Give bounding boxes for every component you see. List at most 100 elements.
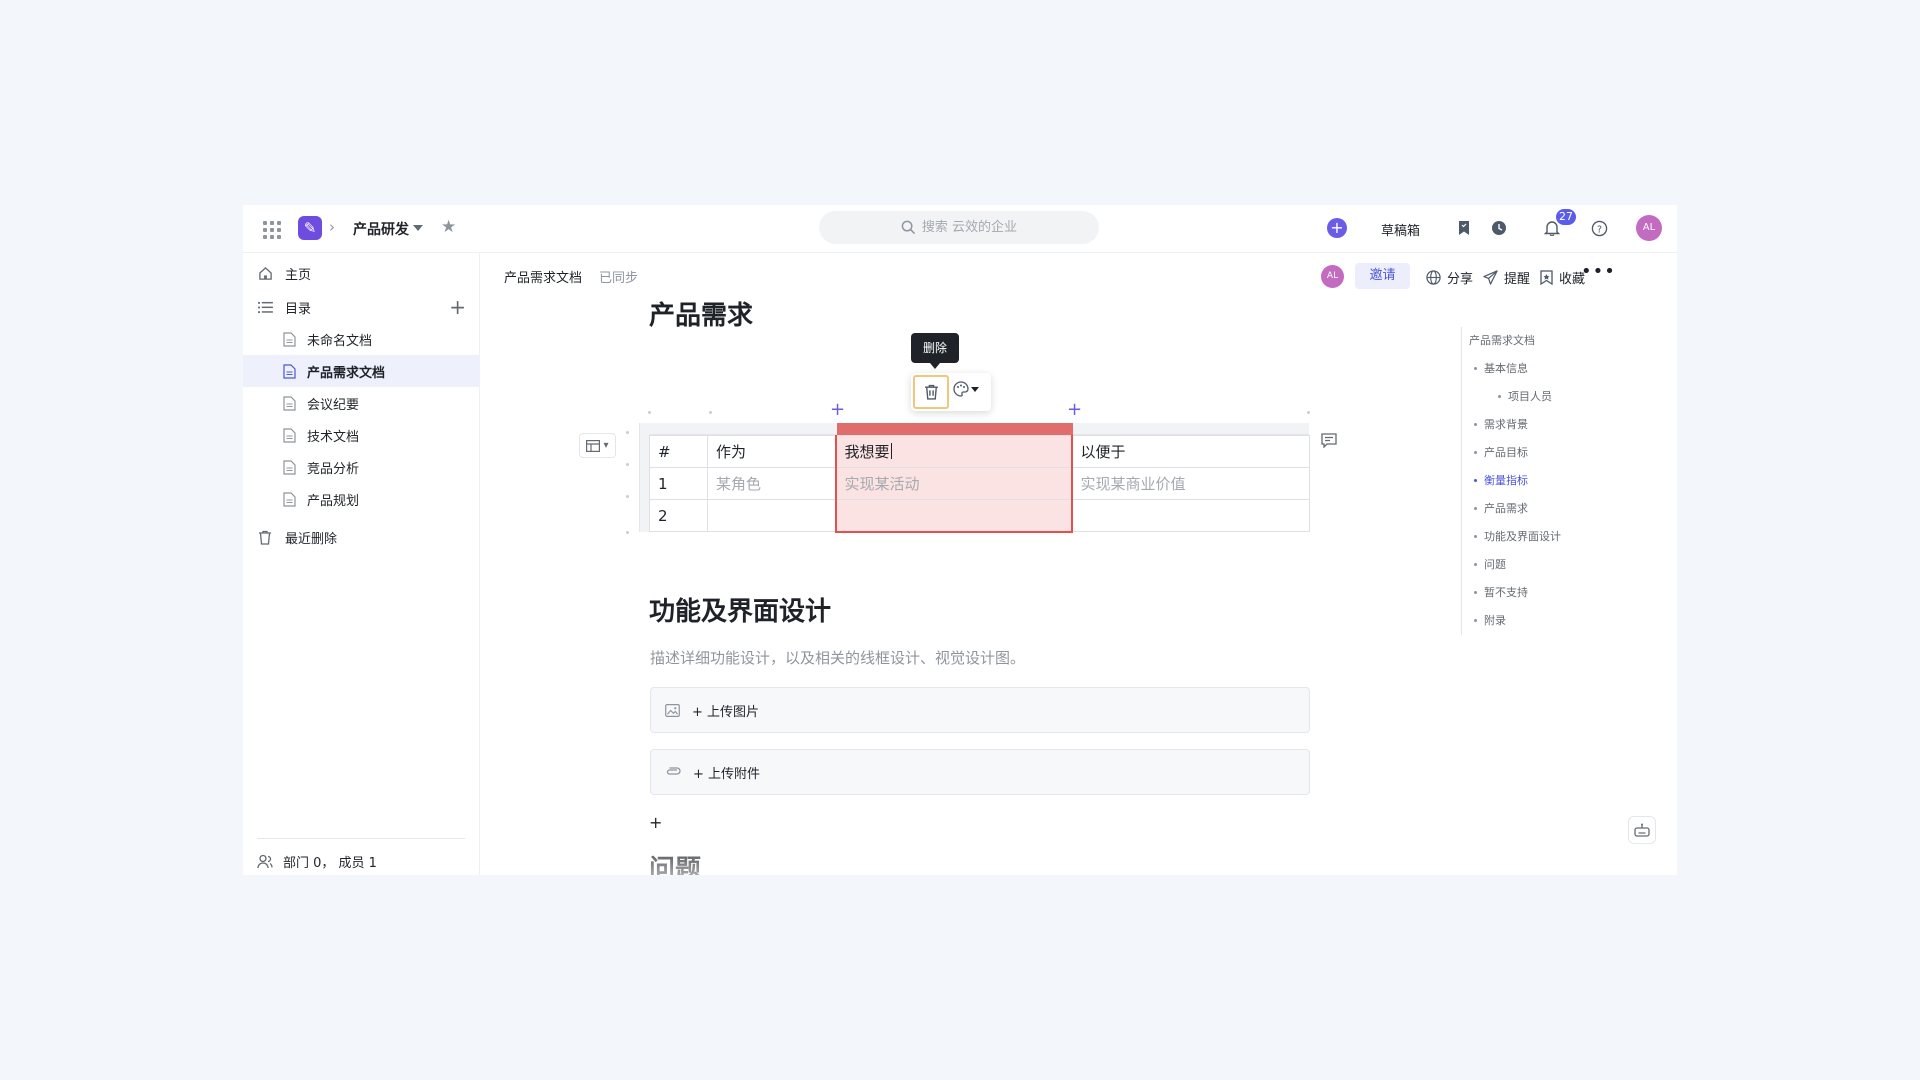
bullet-icon xyxy=(1474,591,1477,594)
outline-item[interactable]: 基本信息 xyxy=(1462,355,1661,383)
document-header: 产品需求文档 已同步 AL 邀请 分享 提醒 收藏 ••• xyxy=(481,253,1677,299)
remind-button[interactable]: 提醒 xyxy=(1483,268,1530,287)
table-header-cell[interactable]: 以便于 xyxy=(1071,435,1310,468)
table-cell[interactable] xyxy=(1071,499,1310,532)
table-cell-selected[interactable]: 实现某活动 xyxy=(834,467,1073,500)
add-circle-icon[interactable]: + xyxy=(1327,218,1347,238)
svg-text:?: ? xyxy=(1596,224,1601,235)
selected-column-bar[interactable] xyxy=(837,423,1073,435)
table-header-cell[interactable]: 作为 xyxy=(707,435,836,468)
members-summary[interactable]: 部门 0， 成员 1 xyxy=(257,852,377,871)
sidebar-doc-label: 产品需求文档 xyxy=(307,365,386,381)
assistant-bot-icon[interactable] xyxy=(1628,816,1656,844)
sidebar-doc-item[interactable]: 技术文档 xyxy=(243,419,480,451)
document-title: 产品需求文档 xyxy=(504,271,583,286)
invite-button[interactable]: 邀请 xyxy=(1355,263,1410,289)
sidebar-item-label: 最近删除 xyxy=(285,531,338,547)
document-icon xyxy=(281,395,297,411)
bullet-icon xyxy=(1474,423,1477,426)
outline-item[interactable]: 产品目标 xyxy=(1462,439,1661,467)
star-icon[interactable]: ★ xyxy=(441,217,456,237)
share-button[interactable]: 分享 xyxy=(1426,268,1473,287)
insert-column-icon[interactable]: + xyxy=(1067,399,1082,420)
delete-tooltip: 删除 xyxy=(911,333,959,369)
outline-item[interactable]: 功能及界面设计 xyxy=(1462,523,1661,551)
outline-item[interactable]: 附录 xyxy=(1462,607,1661,635)
outline-item[interactable]: 项目人员 xyxy=(1462,383,1661,411)
sidebar-item-label: 目录 xyxy=(285,301,312,317)
table-cell[interactable]: 2 xyxy=(649,499,708,532)
trash-icon xyxy=(257,529,273,545)
delete-column-button[interactable] xyxy=(913,375,949,409)
outline-item[interactable]: 需求背景 xyxy=(1462,411,1661,439)
table-cell-selected[interactable] xyxy=(834,499,1073,533)
text-cursor xyxy=(890,443,892,459)
sidebar-doc-item[interactable]: 会议纪要 xyxy=(243,387,480,419)
drafts-link[interactable]: 草稿箱 xyxy=(1381,220,1420,239)
table-cell[interactable]: 1 xyxy=(649,467,708,500)
list-icon xyxy=(257,299,273,315)
sidebar-doc-label: 会议纪要 xyxy=(307,397,360,413)
sidebar-item-home[interactable]: 主页 xyxy=(243,257,480,289)
favorite-button[interactable]: 收藏 xyxy=(1540,268,1585,287)
outline-label: 暂不支持 xyxy=(1484,586,1528,599)
bookmark-icon[interactable] xyxy=(1453,217,1475,239)
bullet-icon xyxy=(1474,535,1477,538)
more-options-icon[interactable]: ••• xyxy=(1581,261,1616,282)
upload-attachment-button[interactable]: + 上传附件 xyxy=(650,749,1310,795)
clock-icon[interactable] xyxy=(1488,217,1510,239)
column-handle-dot[interactable] xyxy=(709,411,712,414)
column-handle-dot[interactable] xyxy=(648,411,651,414)
help-icon[interactable]: ? xyxy=(1588,217,1610,239)
color-palette-button[interactable] xyxy=(953,381,979,397)
table-header-cell[interactable]: # xyxy=(649,435,708,468)
row-handle-dot[interactable] xyxy=(626,495,629,498)
sidebar-doc-item[interactable]: 产品规划 xyxy=(243,483,480,515)
row-selector-gutter[interactable] xyxy=(639,423,649,532)
row-handle-dot[interactable] xyxy=(626,463,629,466)
sidebar-doc-item[interactable]: 未命名文档 xyxy=(243,323,480,355)
app-window: ✎ › 产品研发 ★ 搜索 云效的企业 + 草稿箱 27 ? AL 主页 目录 … xyxy=(243,205,1677,875)
sidebar-item-directory[interactable]: 目录 + xyxy=(243,291,480,323)
row-handle-dot[interactable] xyxy=(626,431,629,434)
outline-item[interactable]: 问题 xyxy=(1462,551,1661,579)
bullet-icon xyxy=(1474,563,1477,566)
top-bar: ✎ › 产品研发 ★ 搜索 云效的企业 + 草稿箱 27 ? AL xyxy=(243,205,1677,253)
upload-image-label: + 上传图片 xyxy=(692,704,760,720)
caret-down-icon: ▾ xyxy=(603,440,609,451)
bullet-icon xyxy=(1474,619,1477,622)
app-logo[interactable]: ✎ xyxy=(298,216,322,240)
table-menu-button[interactable]: ▾ xyxy=(579,433,616,458)
upload-image-button[interactable]: + 上传图片 xyxy=(650,687,1310,733)
add-comment-icon[interactable] xyxy=(1321,433,1337,452)
collaborator-avatar[interactable]: AL xyxy=(1321,265,1344,288)
globe-icon xyxy=(1426,270,1441,285)
search-placeholder: 搜索 云效的企业 xyxy=(921,220,1018,235)
user-avatar[interactable]: AL xyxy=(1636,215,1662,241)
table-cell[interactable]: 某角色 xyxy=(707,467,836,500)
column-handle-dot[interactable] xyxy=(1307,411,1310,414)
outline-label: 附录 xyxy=(1484,614,1506,627)
table-icon xyxy=(586,439,601,452)
caret-down-icon[interactable] xyxy=(413,225,423,231)
sidebar-item-recycle[interactable]: 最近删除 xyxy=(243,521,480,553)
apps-grid-icon[interactable] xyxy=(261,219,281,239)
document-outline: 产品需求文档 基本信息 项目人员 需求背景 产品目标 衡量指标 产品需求 功能及… xyxy=(1461,327,1661,635)
add-doc-icon[interactable]: + xyxy=(449,295,466,319)
sidebar-item-label: 主页 xyxy=(285,267,312,283)
sidebar-doc-item[interactable]: 竞品分析 xyxy=(243,451,480,483)
outline-item[interactable]: 产品需求 xyxy=(1462,495,1661,523)
insert-column-icon[interactable]: + xyxy=(830,399,845,420)
row-handle-dot[interactable] xyxy=(626,531,629,534)
table-cell[interactable]: 实现某商业价值 xyxy=(1071,467,1310,500)
outline-item[interactable]: 暂不支持 xyxy=(1462,579,1661,607)
sidebar-doc-item-active[interactable]: 产品需求文档 xyxy=(243,355,480,387)
outline-item[interactable]: 产品需求文档 xyxy=(1462,327,1661,355)
outline-item-active[interactable]: 衡量指标 xyxy=(1462,467,1661,495)
search-box[interactable]: 搜索 云效的企业 xyxy=(819,211,1099,244)
section-heading-issues: 问题 xyxy=(649,855,702,875)
workspace-name[interactable]: 产品研发 xyxy=(353,219,409,239)
table-header-cell-selected[interactable]: 我想要 xyxy=(834,435,1073,468)
add-block-button[interactable]: + xyxy=(649,813,662,832)
table-cell[interactable] xyxy=(707,499,836,532)
